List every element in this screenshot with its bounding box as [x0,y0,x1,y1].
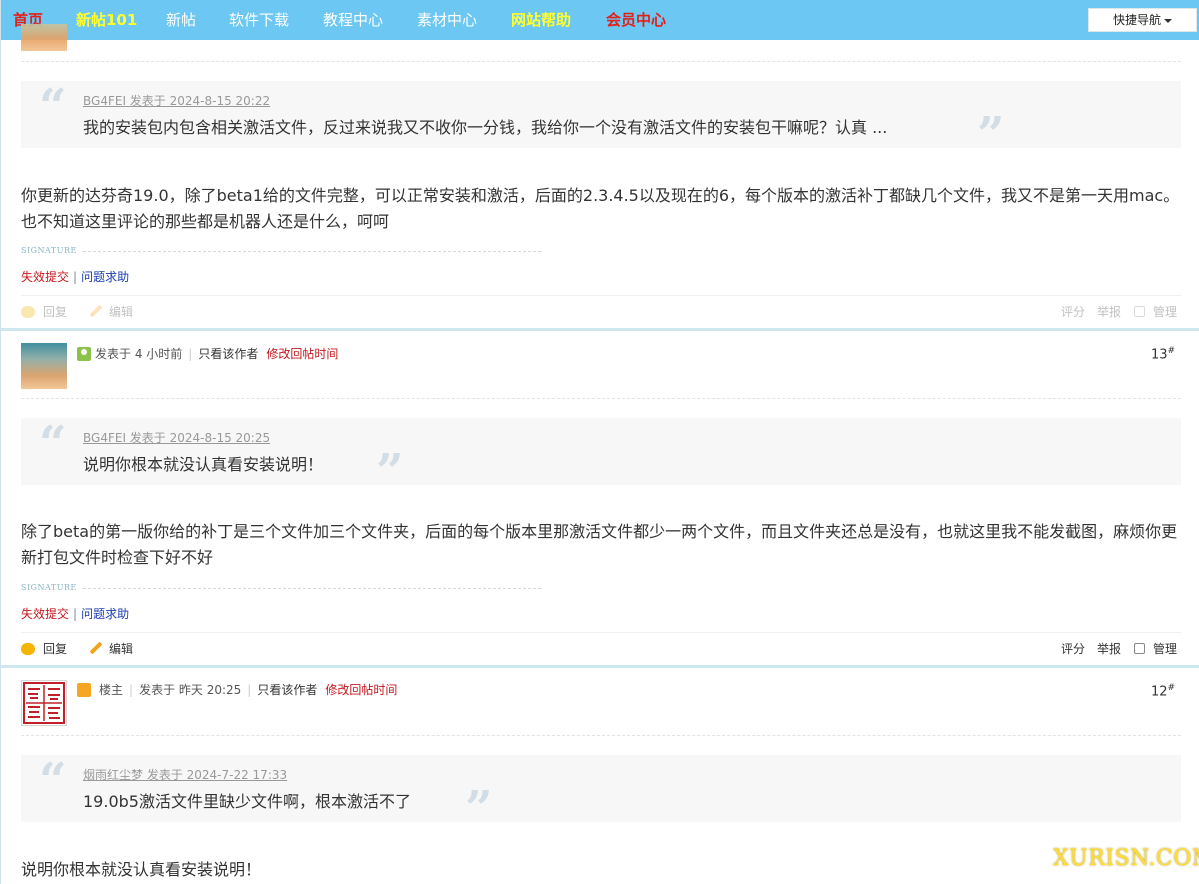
site-watermark: XURISN.COM [1053,846,1199,871]
help-request-link[interactable]: 问题求助 [81,607,129,621]
manage-checkbox[interactable]: 管理 [1134,639,1177,659]
post-actions: 回复 编辑 评分 举报 管理 [21,302,1183,322]
rate-button[interactable]: 评分 [1061,639,1085,659]
open-quote-icon: “ [39,79,67,135]
divider [21,295,1181,296]
edit-time-link[interactable]: 修改回帖时间 [325,683,397,697]
reply-button[interactable]: 回复 [21,639,67,659]
quote-text: 说明你根本就没认真看安装说明！ [83,455,324,474]
rate-button[interactable]: 评分 [1061,302,1085,322]
edit-button[interactable]: 编辑 [89,639,133,659]
report-button[interactable]: 举报 [1097,639,1121,659]
divider [21,61,1181,62]
nav-software-link[interactable]: 软件下载 [229,9,289,31]
reply-button[interactable]: 回复 [21,302,67,322]
help-request-link[interactable]: 问题求助 [81,270,129,284]
pencil-icon [89,641,103,655]
floor-number: 13# [1151,346,1176,363]
open-quote-icon: “ [39,416,67,472]
user-icon [77,347,91,361]
signature-divider [83,251,541,252]
host-user-icon [77,683,91,697]
forum-thread-page: 首页 新帖101 新帖 软件下载 教程中心 素材中心 网站帮助 会员中心 快捷导… [0,0,1199,884]
quick-nav-label: 快捷导航 [1112,13,1161,27]
post-actions: 回复 编辑 评分 举报 管理 [21,639,1183,659]
nav-tutorials-link[interactable]: 教程中心 [323,9,383,31]
chevron-down-icon [1164,18,1172,23]
quote-author-link[interactable]: 烟雨红尘梦 发表于 2024-7-22 17:33 [83,766,287,783]
only-author-link[interactable]: 只看该作者 [257,683,317,697]
side-watermark [1167,754,1183,820]
seal-avatar-icon [23,682,65,724]
quote-author-link[interactable]: BG4FEI 发表于 2024-8-15 20:25 [83,429,270,446]
pencil-icon [89,304,103,318]
avatar[interactable] [21,680,67,726]
close-quote-icon: ” [465,781,493,837]
quote-block: “ BG4FEI 发表于 2024-8-15 20:22 我的安装包内包含相关激… [21,79,1181,159]
signature-label: SIGNATURE [21,246,77,255]
avatar[interactable] [21,343,67,389]
quick-nav-dropdown[interactable]: 快捷导航 [1088,8,1197,32]
quote-text: 我的安装包内包含相关激活文件，反过来说我又不收你一分钱，我给你一个没有激活文件的… [83,118,888,137]
post-meta: 发表于 4 小时前 | 只看该作者 修改回帖时间 [77,346,338,362]
post-time: 发表于 4 小时前 [95,347,183,361]
checkbox-icon [1134,643,1145,654]
quote-text: 19.0b5激活文件里缺少文件啊，根本激活不了 [83,792,411,811]
checkbox-icon [1134,306,1145,317]
reply-icon [21,643,35,655]
manage-checkbox[interactable]: 管理 [1134,302,1177,322]
close-quote-icon: ” [376,444,404,500]
edit-button[interactable]: 编辑 [89,302,133,322]
nav-new101-link[interactable]: 新帖101 [76,9,137,31]
signature-links: 失效提交 | 问题求助 [21,270,130,284]
host-badge: 楼主 [99,683,124,697]
post-body: 你更新的达芬奇19.0，除了beta1给的文件完整，可以正常安装和激活，后面的2… [21,186,1180,231]
close-quote-icon: ” [977,107,1005,163]
signature-label: SIGNATURE [21,583,77,592]
quote-author-link[interactable]: BG4FEI 发表于 2024-8-15 20:22 [83,92,270,109]
floor-number: 12# [1151,683,1176,700]
report-invalid-link[interactable]: 失效提交 [21,607,69,621]
top-navigation-bar: 首页 新帖101 新帖 软件下载 教程中心 素材中心 网站帮助 会员中心 快捷导… [1,0,1199,40]
only-author-link[interactable]: 只看该作者 [198,347,258,361]
nav-new-posts-link[interactable]: 新帖 [166,9,196,31]
nav-vip-link[interactable]: 会员中心 [606,9,666,31]
report-invalid-link[interactable]: 失效提交 [21,270,69,284]
signature-links: 失效提交 | 问题求助 [21,607,130,621]
post-divider [1,665,1199,668]
nav-help-link[interactable]: 网站帮助 [511,9,571,31]
post-divider [1,328,1199,331]
edit-time-link[interactable]: 修改回帖时间 [266,347,338,361]
divider [21,398,1181,399]
post-meta: 楼主 | 发表于 昨天 20:25 | 只看该作者 修改回帖时间 [77,682,397,698]
quote-block: “ BG4FEI 发表于 2024-8-15 20:25 说明你根本就没认真看安… [21,416,1181,496]
divider [21,735,1181,736]
post-time: 发表于 昨天 20:25 [139,683,242,697]
post-body: 说明你根本就没认真看安装说明！ [21,860,262,879]
nav-materials-link[interactable]: 素材中心 [417,9,477,31]
quote-block: “ 烟雨红尘梦 发表于 2024-7-22 17:33 19.0b5激活文件里缺… [21,753,1181,833]
report-button[interactable]: 举报 [1097,302,1121,322]
post-body: 除了beta的第一版你给的补丁是三个文件加三个文件夹，后面的每个版本里那激活文件… [21,522,1178,567]
divider [21,632,1181,633]
open-quote-icon: “ [39,753,67,809]
signature-divider [83,588,541,589]
reply-icon [21,306,35,318]
avatar[interactable] [21,24,67,51]
